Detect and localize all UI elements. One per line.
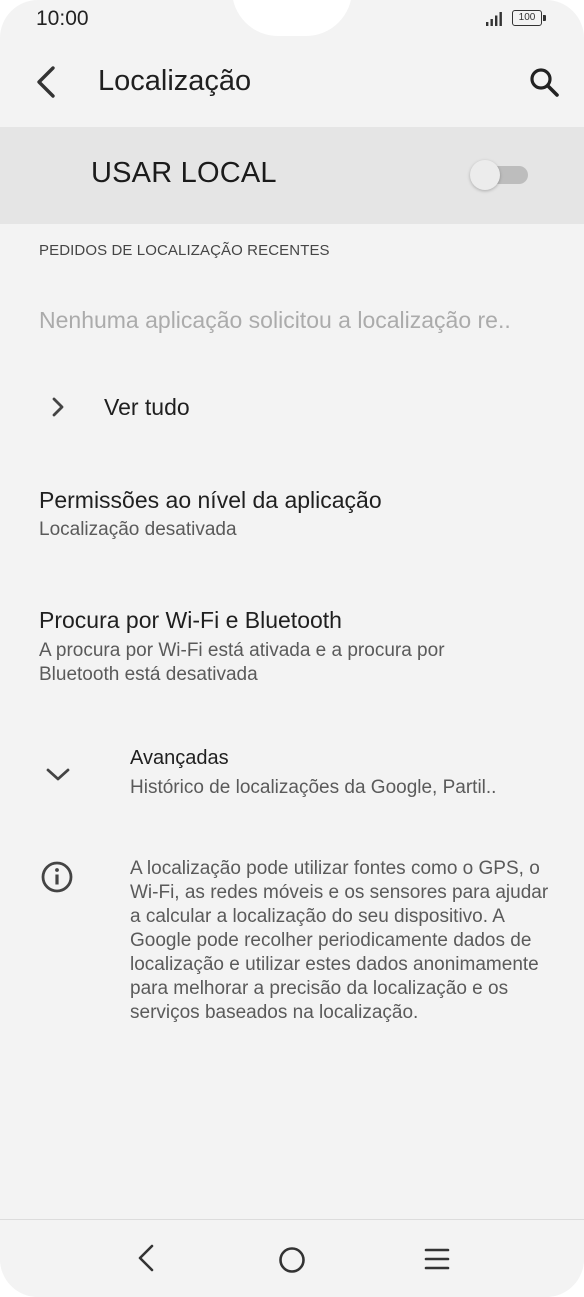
status-bar: 10:00 100 bbox=[0, 0, 584, 40]
signal-icon bbox=[485, 11, 505, 32]
toggle-thumb bbox=[470, 160, 500, 190]
page-title: Localização bbox=[98, 65, 252, 97]
chevron-down-icon bbox=[44, 765, 72, 790]
navigation-bar bbox=[0, 1219, 584, 1297]
use-location-toggle[interactable] bbox=[470, 160, 530, 190]
scanning-summary: A procura por Wi-Fi está ativada e a pro… bbox=[39, 640, 445, 685]
nav-back-icon[interactable] bbox=[134, 1243, 158, 1278]
nav-menu-icon[interactable] bbox=[424, 1247, 450, 1276]
chevron-right-icon bbox=[46, 394, 70, 425]
use-location-row[interactable]: USAR LOCAL bbox=[0, 127, 584, 224]
screen: 10:00 100 Localização USAR LOCAL PEDIDOS… bbox=[0, 0, 584, 1297]
info-icon bbox=[40, 860, 74, 899]
app-permissions-title: Permissões ao nível da aplicação bbox=[39, 487, 382, 513]
back-arrow-icon[interactable] bbox=[30, 64, 64, 100]
see-all-row[interactable]: Ver tudo bbox=[0, 372, 584, 442]
status-time: 10:00 bbox=[36, 7, 89, 30]
advanced-title: Avançadas bbox=[130, 747, 229, 769]
location-info-text: A localização pode utilizar fontes como … bbox=[130, 858, 549, 1023]
app-permissions-summary: Localização desativada bbox=[39, 519, 237, 540]
nav-home-icon[interactable] bbox=[277, 1245, 307, 1280]
app-bar: Localização bbox=[0, 40, 584, 126]
use-location-label: USAR LOCAL bbox=[91, 157, 277, 189]
advanced-summary: Histórico de localizações da Google, Par… bbox=[130, 777, 497, 798]
app-permissions-row[interactable]: Permissões ao nível da aplicação Localiz… bbox=[0, 470, 584, 560]
scanning-title: Procura por Wi-Fi e Bluetooth bbox=[39, 607, 342, 633]
see-all-label: Ver tudo bbox=[104, 394, 190, 420]
recent-requests-empty-message: Nenhuma aplicação solicitou a localizaçã… bbox=[39, 307, 511, 333]
advanced-row[interactable]: Avançadas Histórico de localizações da G… bbox=[0, 735, 584, 815]
recent-requests-header: PEDIDOS DE LOCALIZAÇÃO RECENTES bbox=[39, 242, 330, 259]
wifi-bluetooth-scanning-row[interactable]: Procura por Wi-Fi e Bluetooth A procura … bbox=[0, 590, 584, 700]
battery-icon: 100 bbox=[512, 10, 546, 26]
search-icon[interactable] bbox=[526, 64, 562, 100]
